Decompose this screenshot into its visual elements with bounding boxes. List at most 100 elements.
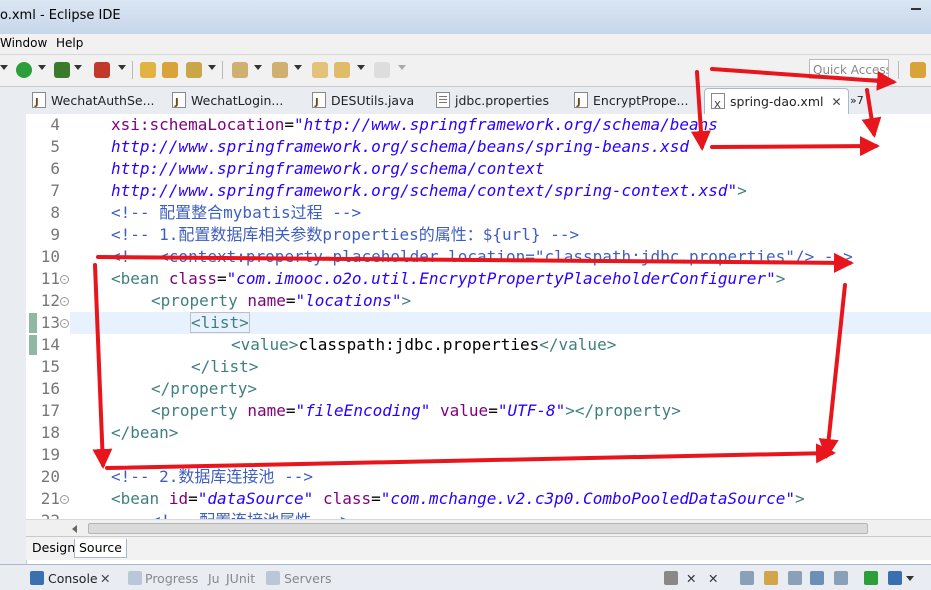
tab-encryptprope[interactable]: EncryptPrope... — [574, 90, 689, 114]
run-dropdown-icon[interactable] — [38, 65, 46, 70]
code-line-14: <value>classpath:jdbc.properties</value> — [231, 335, 617, 354]
minimize-button[interactable] — [901, 0, 931, 20]
word-wrap-icon[interactable] — [788, 571, 802, 585]
code-line-6: http://www.springframework.org/schema/co… — [111, 159, 545, 178]
fold-toggle-icon[interactable]: - — [60, 297, 69, 306]
line-number: 5 — [50, 137, 60, 156]
external-dropdown-icon[interactable] — [118, 65, 126, 70]
debug-dropdown-icon[interactable] — [74, 65, 82, 70]
clear-console-icon[interactable] — [740, 571, 754, 585]
brush-icon[interactable] — [186, 62, 202, 78]
java-file-icon — [312, 92, 326, 114]
tab-spring-dao-xml[interactable]: spring-dao.xml ✕ — [704, 88, 849, 119]
line-number: 22 — [26, 510, 60, 519]
code-line-21: <bean id="dataSource" class="com.mchange… — [111, 489, 805, 508]
bottom-view-tab-bar: Console ✕ Progress Ju JUnit Servers ✕ ✕ — [0, 564, 931, 590]
tab-desutils[interactable]: DESUtils.java — [312, 90, 415, 114]
pin-console-icon[interactable] — [810, 571, 824, 585]
back-arrow-icon[interactable] — [334, 62, 350, 78]
tab-label: DESUtils.java — [331, 93, 415, 108]
tab-progress[interactable]: Progress — [145, 571, 198, 586]
console-dropdown-icon[interactable] — [906, 576, 914, 581]
tab-servers[interactable]: Servers — [284, 571, 332, 586]
remove-all-icon[interactable]: ✕ — [708, 571, 718, 586]
line-number: 16 — [40, 379, 60, 398]
dropdown-icon[interactable] — [0, 65, 8, 70]
back-dropdown-icon[interactable] — [357, 65, 365, 70]
stop-icon[interactable] — [664, 571, 678, 585]
java-file-icon — [574, 92, 588, 114]
forward-dropdown-icon[interactable] — [398, 65, 406, 70]
quick-access-input[interactable]: Quick Access — [809, 59, 889, 79]
xml-file-icon — [711, 93, 725, 119]
open-console-icon[interactable] — [864, 571, 878, 585]
scroll-left-icon[interactable] — [72, 525, 77, 533]
window-title: o.xml - Eclipse IDE — [0, 8, 121, 23]
display-console-icon[interactable] — [834, 571, 848, 585]
line-number: 14 — [40, 335, 60, 354]
code-line-22: <!-- 配置连接池属性 --> — [151, 510, 350, 519]
horizontal-scrollbar[interactable] — [26, 519, 931, 537]
console-icon — [30, 571, 44, 585]
tab-source[interactable]: Source — [74, 539, 127, 558]
external-tools-icon[interactable] — [94, 62, 110, 78]
brush-dropdown-icon[interactable] — [208, 65, 216, 70]
xml-source-editor[interactable]: 4 5 6 7 8 9 10 11 12 13 14 15 16 17 18 1… — [26, 114, 931, 519]
scroll-lock-icon[interactable] — [764, 571, 778, 585]
code-line-16: </property> — [151, 379, 257, 398]
tab-label: EncryptPrope... — [593, 93, 689, 108]
perspective-icon[interactable] — [910, 62, 926, 78]
open-folder-icon[interactable] — [140, 62, 156, 78]
code-line-17: <property name="fileEncoding" value="UTF… — [151, 401, 681, 420]
debug-run-icon[interactable] — [54, 62, 70, 78]
menu-window[interactable]: Window — [0, 36, 47, 50]
scrollbar-thumb[interactable] — [88, 523, 868, 534]
prev-annotation-dropdown-icon[interactable] — [294, 65, 302, 70]
line-number: 11 — [40, 269, 60, 288]
fold-toggle-icon[interactable]: - — [60, 319, 69, 328]
code-line-20: <!-- 2.数据库连接池 --> — [111, 467, 313, 486]
line-number: 4 — [50, 115, 60, 134]
tab-label: spring-dao.xml — [730, 94, 824, 109]
tab-overflow-button[interactable]: »7 — [850, 90, 864, 112]
menu-help[interactable]: Help — [56, 36, 83, 50]
forward-arrow-icon[interactable] — [374, 62, 390, 78]
line-number: 19 — [40, 445, 60, 464]
next-annotation-icon[interactable] — [232, 62, 248, 78]
tab-wechatauthse[interactable]: WechatAuthSe... — [32, 90, 155, 114]
tab-junit[interactable]: JUnit — [226, 571, 255, 586]
next-annotation-dropdown-icon[interactable] — [254, 65, 262, 70]
last-edit-icon[interactable] — [312, 62, 328, 78]
tab-jdbc-properties[interactable]: jdbc.properties — [436, 90, 549, 112]
tab-label: WechatAuthSe... — [51, 93, 155, 108]
servers-icon — [266, 571, 280, 585]
tab-design[interactable]: Design — [28, 539, 79, 557]
line-number: 13 — [40, 313, 60, 332]
tab-wechatlogin[interactable]: WechatLogin... — [172, 90, 284, 114]
close-console-icon[interactable]: ✕ — [100, 571, 110, 586]
line-number: 8 — [50, 203, 60, 222]
junit-icon: Ju — [208, 571, 220, 586]
open-type-icon[interactable] — [162, 62, 178, 78]
tab-label: jdbc.properties — [455, 93, 549, 108]
menu-bar: Window Help — [0, 34, 931, 55]
line-number: 7 — [50, 181, 60, 200]
java-file-icon — [32, 92, 46, 114]
prev-annotation-icon[interactable] — [272, 62, 288, 78]
code-line-12: <property name="locations"> — [151, 291, 412, 310]
tab-console[interactable]: Console — [48, 571, 98, 586]
fold-toggle-icon[interactable]: - — [60, 275, 69, 284]
line-number: 20 — [40, 467, 60, 486]
tab-label: WechatLogin... — [191, 93, 284, 108]
java-file-icon — [172, 92, 186, 114]
code-line-4: xsi:schemaLocation="http://www.springfra… — [111, 115, 718, 134]
new-console-icon[interactable] — [888, 571, 902, 585]
fold-toggle-icon[interactable]: - — [60, 495, 69, 504]
code-line-7: http://www.springframework.org/schema/co… — [111, 181, 747, 200]
toolbar: Quick Access — [0, 55, 931, 87]
remove-launch-icon[interactable]: ✕ — [686, 571, 696, 586]
close-tab-icon[interactable]: ✕ — [831, 95, 841, 109]
code-line-8: <!-- 配置整合mybatis过程 --> — [111, 203, 362, 222]
run-icon[interactable] — [16, 62, 32, 78]
editor-mode-tabs: Design Source — [26, 536, 931, 560]
